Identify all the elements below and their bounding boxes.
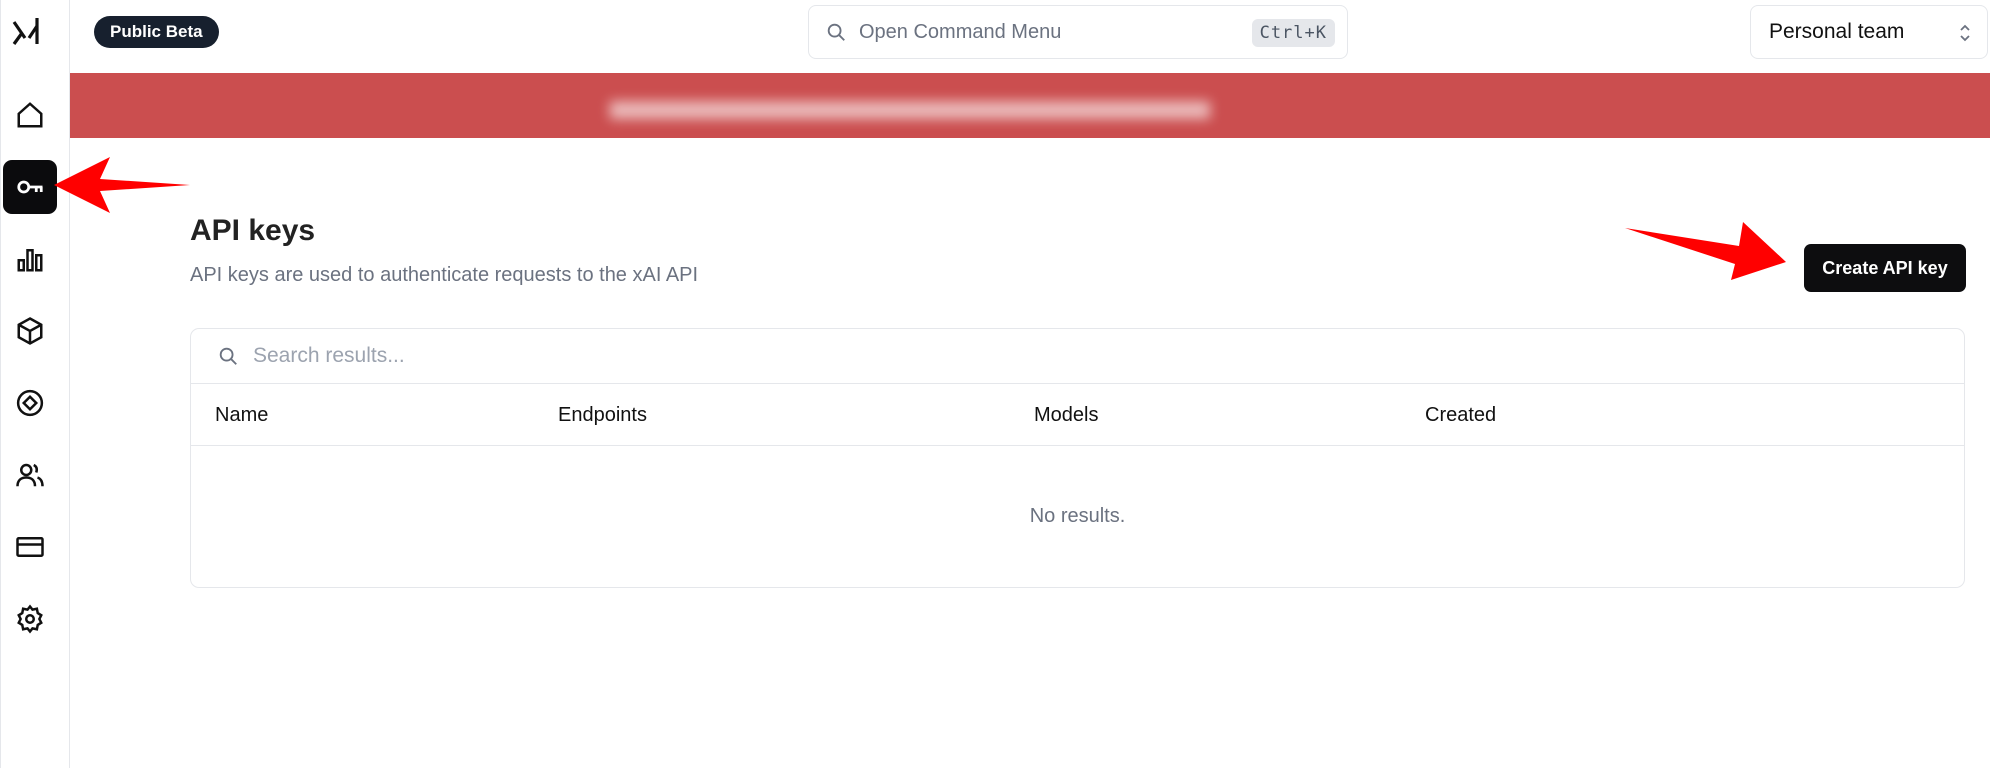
column-header-models[interactable]: Models <box>1034 404 1098 427</box>
blurred-banner-text: ▆▆▆▆▆▆▆▆▆▆▆▆▆▆▆▆▆▆▆▆▆▆▆▆▆▆▆▆▆▆▆▆▆▆▆▆▆▆▆ <box>610 97 1210 119</box>
sidebar-item-api-keys[interactable] <box>3 160 57 214</box>
search-icon <box>219 347 237 365</box>
key-icon <box>17 180 43 194</box>
credit-card-icon <box>16 537 44 557</box>
api-keys-table: Name Endpoints Models Created No results… <box>190 328 1965 588</box>
command-menu-label: Open Command Menu <box>859 20 1062 43</box>
gear-icon <box>17 604 43 634</box>
sidebar <box>0 0 70 768</box>
keyboard-shortcut: Ctrl+K <box>1251 19 1335 47</box>
public-beta-badge: Public Beta <box>94 16 219 48</box>
column-header-name[interactable]: Name <box>215 404 268 427</box>
sidebar-item-usage[interactable] <box>3 232 57 286</box>
sidebar-item-settings[interactable] <box>3 592 57 646</box>
xai-logo[interactable] <box>11 14 43 48</box>
annotation-arrow-right <box>1625 222 1786 280</box>
sidebar-item-models[interactable] <box>3 304 57 358</box>
table-search <box>191 329 1964 384</box>
team-selector[interactable]: Personal team <box>1750 5 1988 59</box>
sidebar-item-team[interactable] <box>3 448 57 502</box>
command-menu-button[interactable]: Open Command Menu Ctrl+K <box>808 5 1348 59</box>
team-selector-value: Personal team <box>1769 20 1905 43</box>
sidebar-item-home[interactable] <box>3 88 57 142</box>
annotation-arrow-left <box>54 157 190 213</box>
page-description: API keys are used to authenticate reques… <box>190 264 699 286</box>
search-icon <box>827 23 845 41</box>
compass-icon <box>16 389 44 417</box>
bar-chart-icon <box>17 249 43 272</box>
empty-state: No results. <box>1029 505 1126 527</box>
users-icon <box>16 463 44 487</box>
alert-banner: ▆▆▆▆▆▆▆▆▆▆▆▆▆▆▆▆▆▆▆▆▆▆▆▆▆▆▆▆▆▆▆▆▆▆▆▆▆▆▆ <box>70 73 1990 138</box>
sidebar-item-billing[interactable] <box>3 520 57 574</box>
search-input[interactable] <box>253 344 1853 368</box>
top-bar: Public Beta Open Command Menu Ctrl+K Per… <box>70 0 1990 73</box>
column-header-created[interactable]: Created <box>1425 404 1496 427</box>
page-title: API keys <box>190 214 316 247</box>
sidebar-item-explore[interactable] <box>3 376 57 430</box>
create-api-key-button[interactable]: Create API key <box>1804 244 1966 292</box>
table-header: Name Endpoints Models Created <box>191 384 1964 446</box>
chevron-up-down-icon <box>1960 24 1970 42</box>
home-icon <box>17 102 43 128</box>
column-header-endpoints[interactable]: Endpoints <box>558 404 647 427</box>
cube-icon <box>17 317 43 345</box>
